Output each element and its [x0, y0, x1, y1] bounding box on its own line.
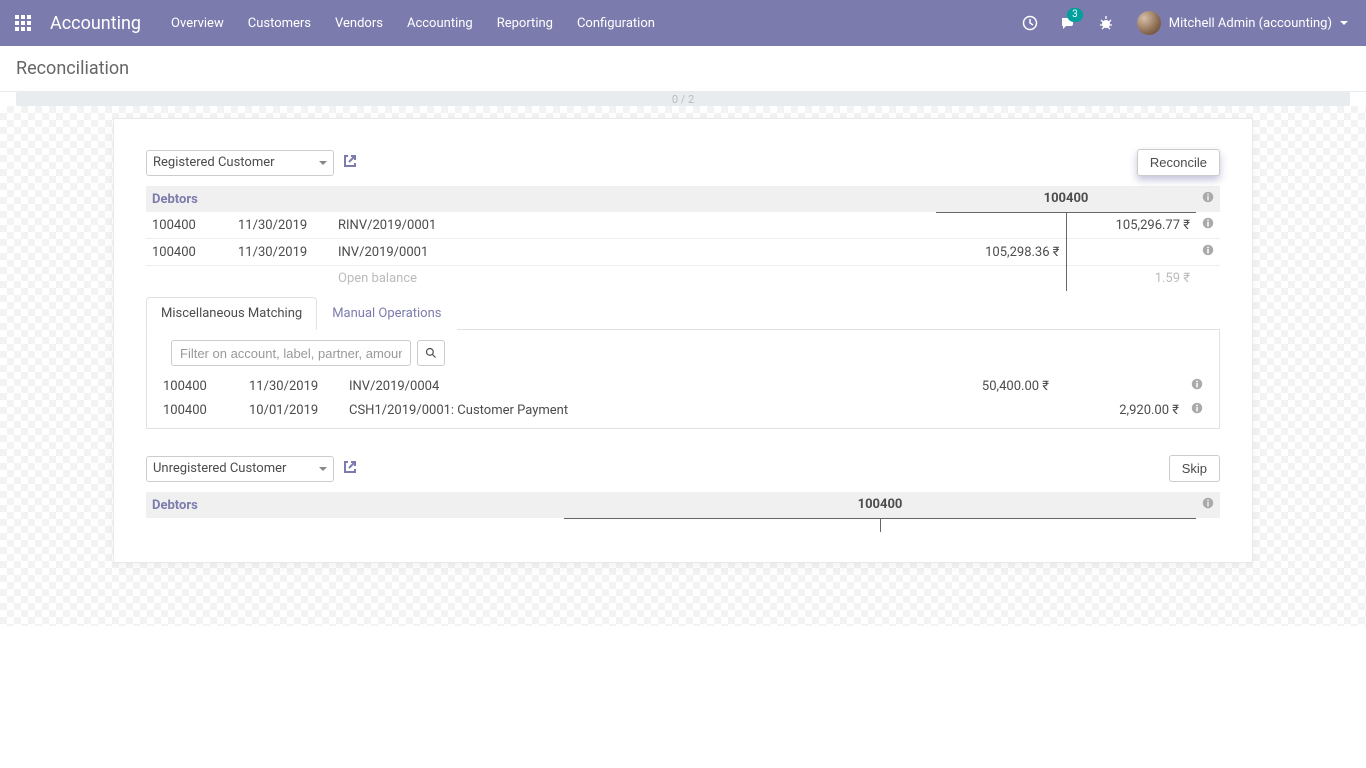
activity-icon[interactable] — [1013, 0, 1047, 46]
partner-select-value: Unregistered Customer — [153, 461, 286, 476]
main-menu: Overview Customers Vendors Accounting Re… — [159, 0, 667, 46]
info-icon[interactable] — [1202, 497, 1214, 509]
discuss-icon[interactable]: 3 — [1051, 0, 1085, 46]
info-icon[interactable] — [1191, 402, 1203, 414]
account-link[interactable]: Debtors — [152, 192, 198, 207]
app-brand[interactable]: Accounting — [46, 13, 159, 34]
filter-input[interactable] — [171, 340, 411, 366]
user-menu[interactable]: Mitchell Admin (accounting) — [1127, 0, 1358, 46]
line-row[interactable]: 100400 11/30/2019 INV/2019/0001 105,298.… — [146, 239, 1220, 266]
discuss-badge: 3 — [1067, 8, 1083, 22]
reconcile-block: Registered Customer Reconcile Debtors 10… — [146, 149, 1220, 429]
match-row[interactable]: 100400 10/01/2019 CSH1/2019/0001: Custom… — [157, 398, 1209, 422]
partner-select[interactable]: Registered Customer — [146, 150, 334, 176]
menu-vendors[interactable]: Vendors — [323, 0, 395, 46]
info-icon[interactable] — [1202, 191, 1214, 203]
menu-reporting[interactable]: Reporting — [485, 0, 565, 46]
tab-manual-operations[interactable]: Manual Operations — [317, 297, 456, 330]
line-row[interactable]: 100400 11/30/2019 RINV/2019/0001 105,296… — [146, 212, 1220, 239]
empty-row — [146, 518, 1220, 532]
apps-icon[interactable] — [0, 0, 46, 46]
caret-down-icon — [1340, 21, 1348, 25]
account-code: 100400 — [858, 497, 903, 512]
progress-label: 0 / 2 — [672, 93, 694, 106]
open-balance-row: Open balance 1.59 ₹ — [146, 266, 1220, 292]
tabs: Miscellaneous Matching Manual Operations — [146, 297, 1220, 330]
info-icon[interactable] — [1191, 378, 1203, 390]
account-code: 100400 — [1044, 191, 1089, 206]
reconcile-progress: 0 / 2 — [16, 92, 1350, 106]
menu-configuration[interactable]: Configuration — [565, 0, 667, 46]
info-icon[interactable] — [1202, 217, 1214, 229]
partner-select[interactable]: Unregistered Customer — [146, 456, 334, 482]
top-navbar: Accounting Overview Customers Vendors Ac… — [0, 0, 1366, 46]
lines-table: Debtors 100400 100400 11/30/2019 RINV/20… — [146, 186, 1220, 291]
lines-table: Debtors 100400 — [146, 492, 1220, 532]
external-link-icon[interactable] — [342, 459, 358, 479]
avatar — [1137, 11, 1161, 35]
reconcile-block: Unregistered Customer Skip Debtors 10040… — [146, 455, 1220, 532]
search-icon — [425, 347, 437, 359]
menu-accounting[interactable]: Accounting — [395, 0, 485, 46]
systray: 3 Mitchell Admin (accounting) — [1013, 0, 1358, 46]
reconcile-button[interactable]: Reconcile — [1137, 149, 1220, 176]
external-link-icon[interactable] — [342, 153, 358, 173]
search-button[interactable] — [417, 340, 445, 366]
tab-misc-matching[interactable]: Miscellaneous Matching — [146, 297, 317, 330]
user-name: Mitchell Admin (accounting) — [1169, 16, 1332, 31]
info-icon[interactable] — [1202, 244, 1214, 256]
control-panel: Reconciliation — [0, 46, 1366, 92]
tab-content: 100400 11/30/2019 INV/2019/0004 50,400.0… — [146, 330, 1220, 429]
page-title: Reconciliation — [16, 58, 1350, 79]
match-table: 100400 11/30/2019 INV/2019/0004 50,400.0… — [157, 374, 1209, 422]
skip-button[interactable]: Skip — [1169, 455, 1220, 482]
main-area: Registered Customer Reconcile Debtors 10… — [0, 106, 1366, 626]
debug-icon[interactable] — [1089, 0, 1123, 46]
sheet: Registered Customer Reconcile Debtors 10… — [113, 118, 1253, 563]
account-link[interactable]: Debtors — [152, 498, 198, 513]
menu-overview[interactable]: Overview — [159, 0, 236, 46]
match-row[interactable]: 100400 11/30/2019 INV/2019/0004 50,400.0… — [157, 374, 1209, 398]
partner-select-value: Registered Customer — [153, 155, 275, 170]
menu-customers[interactable]: Customers — [236, 0, 323, 46]
